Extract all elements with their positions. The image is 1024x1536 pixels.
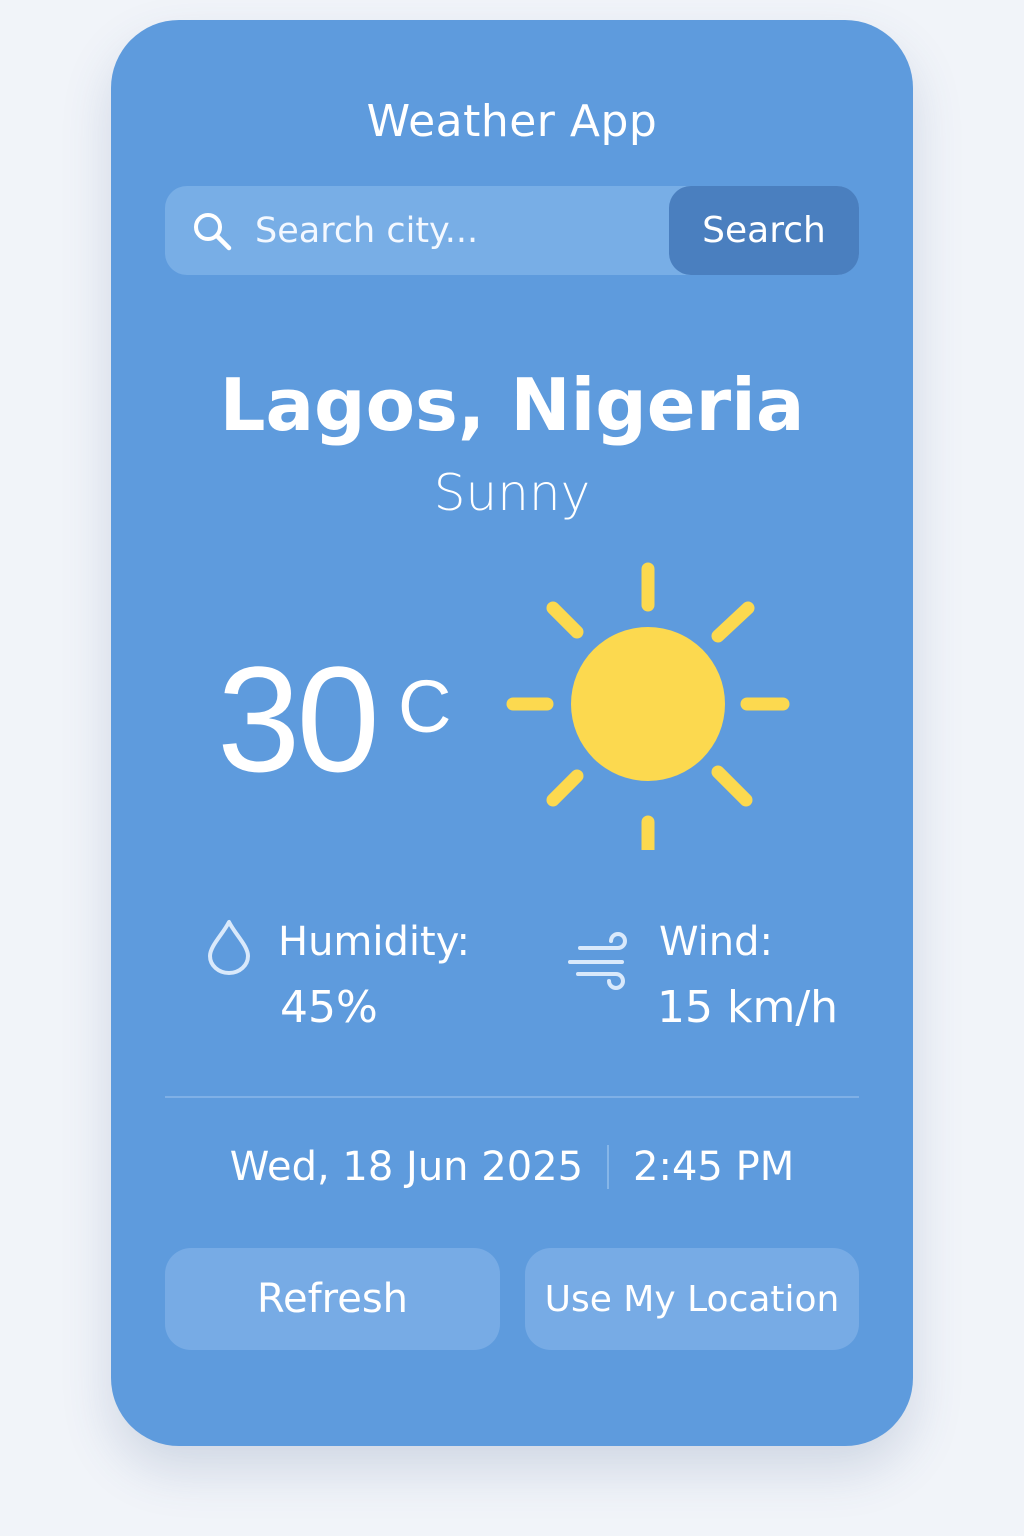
humidity-label: Humidity:: [278, 919, 470, 965]
city-name: Lagos, Nigeria: [219, 363, 805, 447]
search-icon: [194, 213, 232, 251]
datetime-separator: [607, 1145, 610, 1189]
droplet-icon: [208, 920, 250, 975]
weather-condition: Sunny: [433, 464, 591, 522]
search-button[interactable]: Search: [669, 186, 859, 275]
weather-card: Weather App Search Lagos, Nigeria Sunny …: [111, 20, 913, 1446]
humidity-value: 45%: [280, 982, 378, 1033]
refresh-button[interactable]: Refresh: [165, 1248, 500, 1350]
wind-icon: [568, 932, 627, 990]
divider: [165, 1096, 859, 1098]
app-title: Weather App: [366, 96, 658, 147]
datetime: Wed, 18 Jun 2025 2:45 PM: [111, 1144, 913, 1190]
time-text: 2:45 PM: [633, 1144, 795, 1190]
temperature-unit: C: [398, 665, 452, 748]
sun-icon: [506, 562, 790, 850]
date-text: Wed, 18 Jun 2025: [229, 1144, 584, 1190]
search-bar: Search: [165, 186, 859, 275]
search-input[interactable]: [255, 186, 655, 275]
wind-value: 15 km/h: [657, 982, 839, 1033]
wind-label: Wind:: [659, 919, 774, 965]
use-my-location-button[interactable]: Use My Location: [525, 1248, 859, 1350]
temperature-value: 30: [217, 635, 380, 803]
